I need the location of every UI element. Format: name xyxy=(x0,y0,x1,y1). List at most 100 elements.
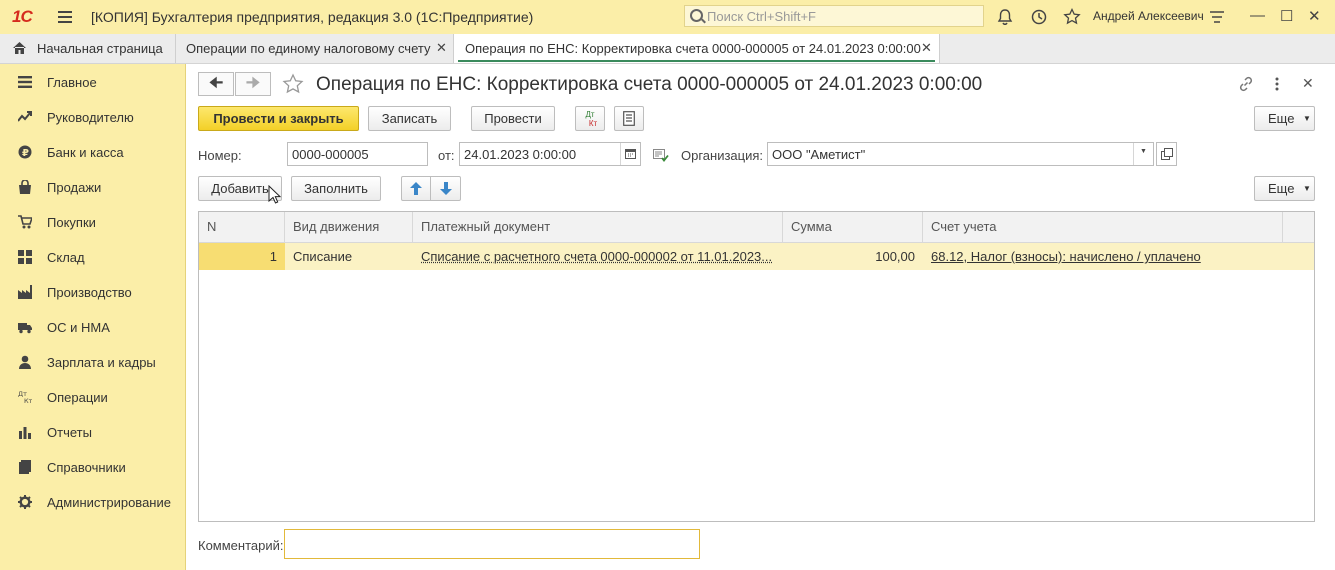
favorites-icon[interactable] xyxy=(1063,8,1081,26)
movements-table: N Вид движения Платежный документ Сумма … xyxy=(198,211,1315,522)
star-icon[interactable] xyxy=(282,73,304,95)
comment-label: Комментарий: xyxy=(198,538,284,553)
comment-field[interactable] xyxy=(284,529,700,559)
column-header-n[interactable]: N xyxy=(199,212,285,242)
sidebar-item-main[interactable]: Главное xyxy=(0,65,185,100)
sidebar-item-label: Производство xyxy=(47,285,132,300)
more-vertical-icon[interactable] xyxy=(1271,76,1283,92)
sidebar-item-label: Справочники xyxy=(47,460,126,475)
settings-menu-icon[interactable] xyxy=(1208,8,1226,26)
arrow-down-icon xyxy=(439,182,452,195)
trend-icon xyxy=(18,111,32,122)
tab-ens-operations[interactable]: Операции по единому налоговому счету ✕ xyxy=(176,34,454,63)
sidebar-item-label: Покупки xyxy=(47,215,96,230)
person-icon xyxy=(19,355,31,369)
sidebar-item-bank[interactable]: ₽ Банк и касса xyxy=(0,135,185,170)
fill-button[interactable]: Заполнить xyxy=(291,176,381,201)
sidebar-item-label: Главное xyxy=(47,75,97,90)
sidebar-item-fixed-assets[interactable]: ОС и НМА xyxy=(0,310,185,345)
tab-ens-adjustment[interactable]: Операция по ЕНС: Корректировка счета 000… xyxy=(454,34,940,63)
factory-icon xyxy=(18,285,32,299)
number-label: Номер: xyxy=(198,148,242,163)
svg-text:₽: ₽ xyxy=(22,148,29,159)
bar-chart-icon xyxy=(19,427,31,439)
organization-label: Организация: xyxy=(681,148,764,163)
column-header-account[interactable]: Счет учета xyxy=(923,212,1283,242)
more-button[interactable]: Еще ▼ xyxy=(1254,106,1315,131)
cell-movement[interactable]: Списание xyxy=(285,243,413,270)
column-header-amount[interactable]: Сумма xyxy=(783,212,923,242)
bell-icon[interactable] xyxy=(996,8,1014,26)
column-header-document[interactable]: Платежный документ xyxy=(413,212,783,242)
cart-icon xyxy=(18,215,32,229)
forward-button[interactable]: 🠊 xyxy=(235,72,271,96)
svg-text:Кт: Кт xyxy=(24,397,32,404)
search-box[interactable]: Поиск Ctrl+Shift+F xyxy=(684,5,984,27)
minimize-icon[interactable]: — xyxy=(1250,7,1265,24)
sidebar-item-purchases[interactable]: Покупки xyxy=(0,205,185,240)
table-more-button[interactable]: Еще ▼ xyxy=(1254,176,1315,201)
move-up-button[interactable] xyxy=(401,176,431,201)
table-header: N Вид движения Платежный документ Сумма … xyxy=(199,212,1314,243)
app-logo: 1С xyxy=(12,7,33,26)
date-value: 24.01.2023 0:00:00 xyxy=(464,147,577,162)
sidebar-item-sales[interactable]: Продажи xyxy=(0,170,185,205)
post-and-close-button[interactable]: Провести и закрыть xyxy=(198,106,359,131)
user-name[interactable]: Андрей Алексеевич xyxy=(1093,9,1204,23)
sidebar-item-label: Банк и касса xyxy=(47,145,124,160)
close-icon[interactable]: ✕ xyxy=(921,40,932,56)
more-label: Еще xyxy=(1268,111,1295,126)
save-button[interactable]: Записать xyxy=(368,106,451,131)
maximize-icon[interactable]: ☐ xyxy=(1280,7,1293,25)
cell-amount[interactable]: 100,00 xyxy=(783,243,923,270)
sidebar-item-payroll[interactable]: Зарплата и кадры xyxy=(0,345,185,380)
bag-icon xyxy=(19,180,31,194)
tab-bar: Начальная страница Операции по единому н… xyxy=(0,34,1335,64)
sidebar-item-administration[interactable]: Администрирование xyxy=(0,485,185,520)
organization-value: ООО "Аметист" xyxy=(772,147,866,162)
report-button[interactable] xyxy=(614,106,644,131)
sidebar-item-production[interactable]: Производство xyxy=(0,275,185,310)
cell-account[interactable]: 68.12, Налог (взносы): начислено / уплач… xyxy=(923,243,1283,270)
window-title: [КОПИЯ] Бухгалтерия предприятия, редакци… xyxy=(91,9,534,25)
dt-kt-button[interactable]: Дт Кт xyxy=(575,106,605,131)
warehouse-icon xyxy=(18,250,32,264)
dt-kt-label: Кт xyxy=(588,119,598,128)
book-icon xyxy=(19,460,31,474)
close-window-icon[interactable]: ✕ xyxy=(1308,7,1321,25)
sidebar-item-label: Операции xyxy=(47,390,108,405)
history-icon[interactable] xyxy=(1030,8,1048,26)
open-organization-button[interactable] xyxy=(1156,142,1177,166)
tab-label: Начальная страница xyxy=(37,41,163,56)
sidebar-item-reports[interactable]: Отчеты xyxy=(0,415,185,450)
calendar-button[interactable] xyxy=(620,143,640,165)
sidebar-item-operations[interactable]: Дт Кт Операции xyxy=(0,380,185,415)
column-header-movement[interactable]: Вид движения xyxy=(285,212,413,242)
back-button[interactable]: 🠈 xyxy=(198,72,234,96)
more-label: Еще xyxy=(1268,181,1295,196)
cell-document[interactable]: Списание с расчетного счета 0000-000002 … xyxy=(413,243,783,270)
sidebar-item-label: Продажи xyxy=(47,180,102,195)
number-field[interactable]: 0000-000005 xyxy=(287,142,428,166)
post-button[interactable]: Провести xyxy=(471,106,555,131)
close-icon[interactable]: ✕ xyxy=(436,40,447,56)
tab-home[interactable]: Начальная страница xyxy=(0,34,176,63)
chevron-down-icon: ▼ xyxy=(1303,114,1311,123)
main-menu-icon[interactable] xyxy=(58,11,72,23)
cell-n[interactable]: 1 xyxy=(199,243,285,270)
organization-field[interactable]: ООО "Аметист" ▼ xyxy=(767,142,1154,166)
sidebar-item-manager[interactable]: Руководителю xyxy=(0,100,185,135)
date-field[interactable]: 24.01.2023 0:00:00 xyxy=(459,142,641,166)
mouse-cursor-icon xyxy=(268,185,282,204)
organization-dropdown[interactable]: ▼ xyxy=(1133,143,1153,165)
date-label: от: xyxy=(438,148,455,163)
link-icon[interactable] xyxy=(1238,76,1254,92)
close-form-icon[interactable]: ✕ xyxy=(1302,75,1314,92)
sidebar-item-warehouse[interactable]: Склад xyxy=(0,240,185,275)
tab-label: Операция по ЕНС: Корректировка счета 000… xyxy=(465,41,921,56)
move-down-button[interactable] xyxy=(430,176,461,201)
sidebar-item-label: Зарплата и кадры xyxy=(47,355,156,370)
title-bar: 1С [КОПИЯ] Бухгалтерия предприятия, реда… xyxy=(0,0,1335,35)
sidebar-item-catalogs[interactable]: Справочники xyxy=(0,450,185,485)
table-row[interactable]: 1 Списание Списание с расчетного счета 0… xyxy=(199,243,1314,270)
